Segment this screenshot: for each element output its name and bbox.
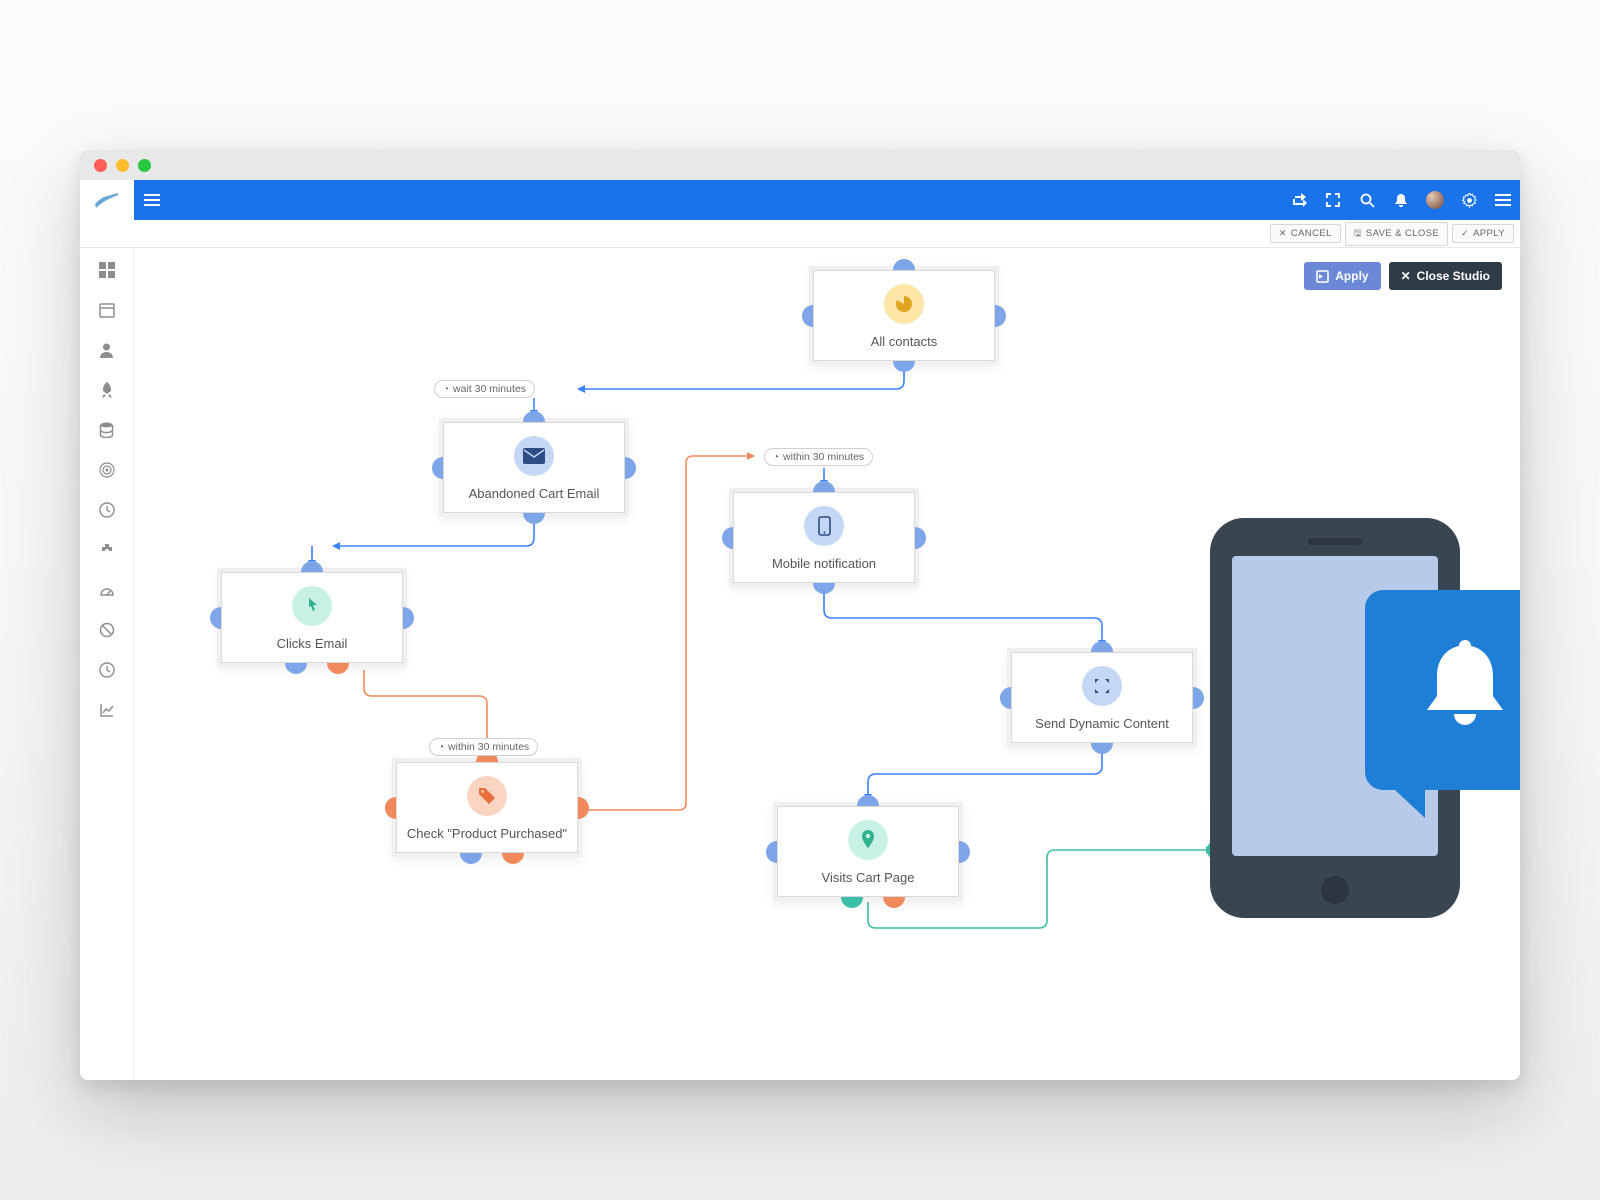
delay-tag-wait[interactable]: ◔wait 30 minutes — [434, 380, 535, 398]
cancel-button[interactable]: ✕CANCEL — [1270, 224, 1341, 243]
actionbar: ✕CANCEL 🖫SAVE & CLOSE ✓APPLY — [80, 220, 1520, 248]
map-pin-icon — [848, 820, 888, 860]
pie-icon — [884, 284, 924, 324]
plugin-icon[interactable] — [97, 540, 117, 560]
tag-icon — [467, 776, 507, 816]
target-icon[interactable] — [97, 460, 117, 480]
traffic-close-icon[interactable] — [94, 159, 107, 172]
grid-icon[interactable] — [97, 260, 117, 280]
mac-titlebar — [80, 150, 1520, 180]
node-abandoned-cart-email[interactable]: Abandoned Cart Email — [439, 418, 629, 517]
pointer-icon — [292, 586, 332, 626]
expand-icon[interactable] — [1316, 180, 1350, 220]
traffic-zoom-icon[interactable] — [138, 159, 151, 172]
node-send-dynamic-content[interactable]: Send Dynamic Content — [1007, 648, 1197, 747]
expand-arrows-icon — [1082, 666, 1122, 706]
delay-tag-within-a[interactable]: ◔within 30 minutes — [764, 448, 873, 466]
phone-illustration — [1190, 498, 1520, 943]
menu-toggle-icon[interactable] — [134, 194, 170, 206]
ban-icon[interactable] — [97, 620, 117, 640]
user-icon[interactable] — [97, 340, 117, 360]
more-menu-icon[interactable] — [1486, 180, 1520, 220]
search-icon[interactable] — [1350, 180, 1384, 220]
node-check-product-purchased[interactable]: Check "Product Purchased" — [392, 758, 582, 857]
app-window: ✕CANCEL 🖫SAVE & CLOSE ✓APPLY Apply — [80, 150, 1520, 1080]
app-logo[interactable] — [80, 180, 134, 220]
node-label: Check "Product Purchased" — [404, 826, 570, 841]
node-all-contacts[interactable]: All contacts — [809, 266, 999, 365]
mobile-icon — [804, 506, 844, 546]
node-label: Mobile notification — [741, 556, 907, 571]
gear-icon[interactable] — [1452, 180, 1486, 220]
envelope-icon — [514, 436, 554, 476]
share-icon[interactable] — [1282, 180, 1316, 220]
calendar-icon[interactable] — [97, 300, 117, 320]
traffic-minimize-icon[interactable] — [116, 159, 129, 172]
node-label: Visits Cart Page — [785, 870, 951, 885]
clock-icon[interactable] — [97, 500, 117, 520]
node-label: Send Dynamic Content — [1019, 716, 1185, 731]
topbar — [80, 180, 1520, 220]
node-clicks-email[interactable]: Clicks Email — [217, 568, 407, 667]
sidebar — [80, 248, 134, 1080]
apply-button[interactable]: ✓APPLY — [1452, 224, 1514, 243]
node-label: All contacts — [821, 334, 987, 349]
clock2-icon[interactable] — [97, 660, 117, 680]
studio-close-button[interactable]: ✕Close Studio — [1389, 262, 1502, 290]
node-mobile-notification[interactable]: Mobile notification — [729, 488, 919, 587]
user-avatar[interactable] — [1418, 180, 1452, 220]
node-label: Abandoned Cart Email — [451, 486, 617, 501]
node-visits-cart-page[interactable]: Visits Cart Page — [773, 802, 963, 901]
node-label: Clicks Email — [229, 636, 395, 651]
rocket-icon[interactable] — [97, 380, 117, 400]
bell-icon[interactable] — [1384, 180, 1418, 220]
database-icon[interactable] — [97, 420, 117, 440]
chart-icon[interactable] — [97, 700, 117, 720]
studio-apply-button[interactable]: Apply — [1304, 262, 1380, 290]
save-close-button[interactable]: 🖫SAVE & CLOSE — [1345, 222, 1448, 246]
delay-tag-within-b[interactable]: ◔within 30 minutes — [429, 738, 538, 756]
dashboard-icon[interactable] — [97, 580, 117, 600]
workflow-canvas[interactable]: Apply ✕Close Studio — [134, 248, 1520, 1080]
